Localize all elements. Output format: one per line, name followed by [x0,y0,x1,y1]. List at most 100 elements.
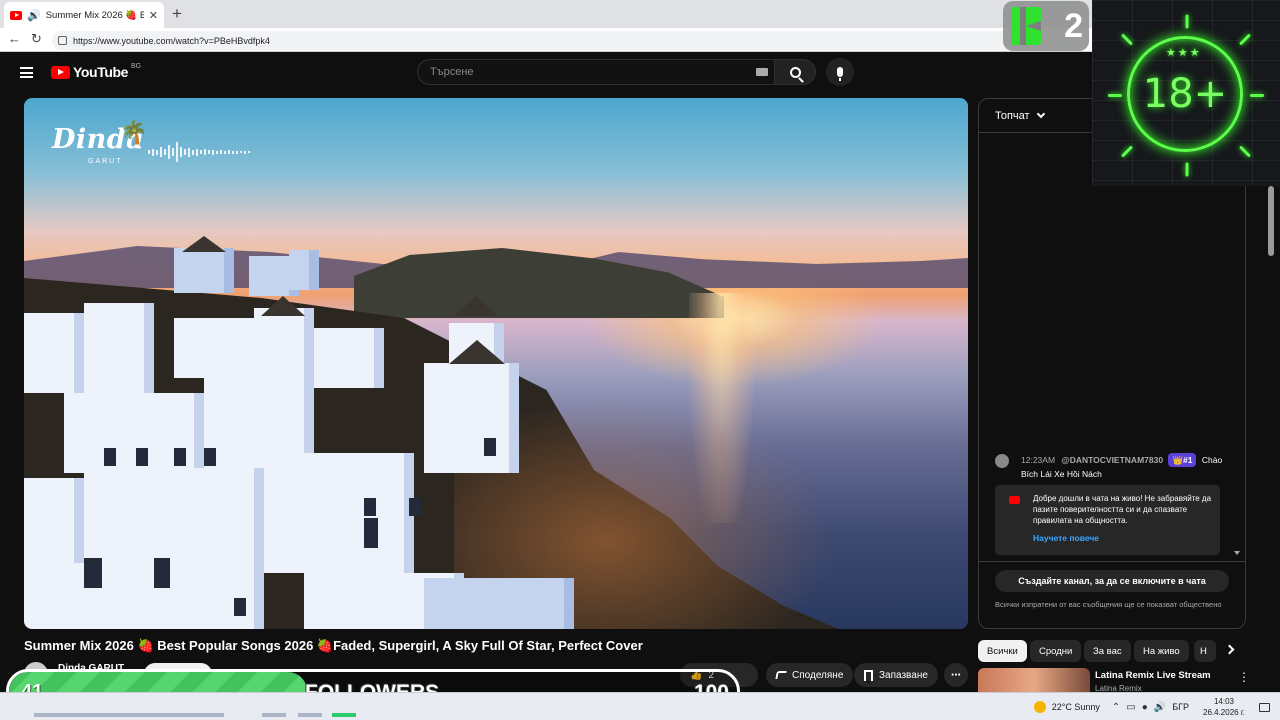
neon-ray [1185,14,1189,29]
site-info-icon[interactable] [58,36,67,45]
chip-for-you[interactable]: За вас [1084,640,1131,662]
search-input[interactable]: Търсене [417,59,775,85]
country-code: BG [131,62,142,70]
village-house [314,328,384,388]
youtube-wordmark: YouTube [73,64,129,80]
scroll-down-icon[interactable] [1234,551,1240,555]
volume-icon[interactable]: 🔊 [1154,702,1166,713]
message-time: 12:23AM [1021,455,1056,465]
weather-text[interactable]: 22°C Sunny [1052,702,1100,712]
taskbar-app[interactable] [34,713,224,717]
share-icon [775,671,787,679]
speaker-icon[interactable]: 🔊 [27,9,41,22]
more-actions-button[interactable]: ⋯ [944,663,968,687]
new-tab-button[interactable]: + [172,4,182,24]
age-rating-overlay: 18+ ★★★ [1092,0,1280,186]
youtube-play-icon [51,65,70,79]
video-thumbnail[interactable] [978,668,1090,692]
input-language[interactable]: БГР [1172,702,1189,712]
village-house [424,578,574,629]
video-player[interactable]: Dinda 🌴 GARUT [24,98,968,629]
chat-message: 12:23AM @DANTOCVIETNAM7830 👑#1 Chào Bích… [995,453,1239,481]
chat-footer: Създайте канал, за да се включите в чата… [979,561,1245,609]
age-rating: 18+ [1142,71,1228,117]
clock[interactable]: 14:03 26.4.2026 г. [1203,696,1245,718]
keyboard-icon[interactable] [756,68,768,76]
url-field[interactable]: https://www.youtube.com/watch?v=PBeHBvdf… [52,31,1082,50]
menu-icon[interactable] [20,67,33,78]
window [234,598,246,616]
message-author[interactable]: @DANTOCVIETNAM7830 [1061,455,1163,465]
voice-search-button[interactable] [826,58,854,86]
window [409,498,421,516]
village-house [84,468,264,578]
chip-related[interactable]: Сродни [1030,640,1082,662]
neon-ray [1120,145,1134,158]
neon-ray [1238,145,1252,158]
windmill-roof [454,296,498,316]
village-house [264,453,414,573]
door [84,558,102,588]
neon-ray [1238,33,1252,46]
public-notice: Всички изпратени от вас съобщения ще се … [995,600,1222,609]
share-button[interactable]: Споделяне [766,663,854,687]
village-house [174,248,234,293]
show-hidden-icon[interactable]: ⌃ [1112,702,1120,713]
save-button[interactable]: Запазване [854,663,938,687]
chip-all[interactable]: Всички [978,640,1027,662]
village-house [289,250,319,290]
palm-tree-icon: 🌴 [120,120,148,145]
back-button[interactable]: ← [8,31,21,46]
search-placeholder: Търсене [430,66,474,78]
learn-more-link[interactable]: Научете повече [1033,533,1212,544]
chip-more[interactable]: Н [1194,640,1216,662]
avatar [995,454,1009,468]
youtube-logo[interactable]: YouTube BG [51,62,142,80]
browser-tab-active[interactable]: 🔊 Summer Mix 2026 🍓 Best Po ✕ [4,2,164,28]
url-text: https://www.youtube.com/watch?v=PBeHBvdf… [73,35,270,46]
youtube-icon [1009,496,1020,504]
taskbar-app[interactable] [262,713,286,717]
clock-time: 14:03 [1213,697,1235,706]
neon-ray [1120,33,1134,46]
village-house [424,363,519,473]
video-title: Summer Mix 2026 🍓 Best Popular Songs 202… [24,638,643,653]
village-house [254,308,314,378]
taskbar-app[interactable] [332,713,356,717]
window [104,448,116,466]
rank-badge: 👑#1 [1168,453,1197,467]
neon-ray [1185,162,1189,177]
search-icon [789,66,801,78]
page-scrollbar[interactable] [1268,186,1274,256]
create-channel-button[interactable]: Създайте канал, за да се включите в чата [995,570,1229,592]
welcome-notice: Добре дошли в чата на живо! Не забравяйт… [995,485,1220,555]
recommended-title[interactable]: Latina Remix Live Stream [1095,670,1211,681]
taskbar-app[interactable] [298,713,322,717]
windmill-roof [182,236,226,252]
tab-title: Summer Mix 2026 🍓 Best Po [45,9,144,21]
reload-button[interactable]: ↻ [31,31,42,47]
microphone-icon[interactable]: ● [1142,702,1148,713]
channel-watermark-sub: GARUT [88,158,123,165]
door [154,558,170,588]
door [364,518,378,548]
save-label: Запазване [879,669,928,681]
window [136,448,148,466]
chat-mode-label: Топчат [995,109,1030,122]
k-number: 2 [1064,6,1083,45]
more-options-icon[interactable]: ⋮ [1238,670,1250,684]
recommended-video[interactable]: Latina Remix Live Stream Latina Remix ⋮ [978,668,1268,693]
welcome-text: Добре дошли в чата на живо! Не забравяйт… [1033,494,1212,525]
youtube-favicon-icon [10,10,22,20]
network-icon[interactable]: ▭ [1126,702,1135,713]
weather-icon[interactable] [1033,701,1046,713]
chevron-right-icon[interactable] [1224,644,1235,655]
neon-ray [1108,94,1122,97]
k-logo-overlay: 2 [1003,1,1089,51]
chevron-down-icon [1036,109,1045,118]
notifications-icon[interactable] [1259,702,1270,712]
close-tab-icon[interactable]: ✕ [149,9,158,22]
village-house [24,313,84,393]
search-button[interactable] [774,59,816,85]
chip-live[interactable]: На живо [1134,640,1189,662]
